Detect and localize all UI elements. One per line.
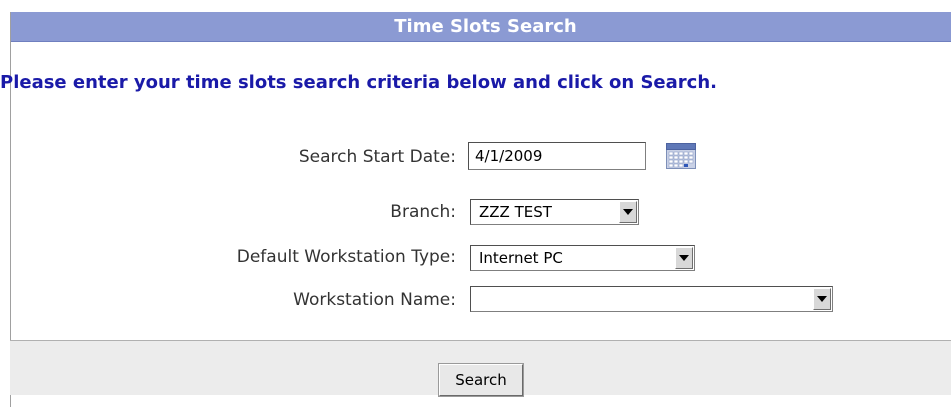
instructions-text: Please enter your time slots search crit… bbox=[0, 72, 717, 93]
button-bar: Search bbox=[10, 340, 951, 397]
workstation-name-label-cell: Workstation Name: bbox=[0, 286, 456, 316]
chevron-down-icon[interactable] bbox=[813, 288, 831, 310]
workstation-type-label: Default Workstation Type: bbox=[236, 247, 456, 267]
branch-label: Branch: bbox=[390, 202, 456, 222]
start-date-label-cell: Search Start Date: bbox=[0, 143, 456, 173]
search-button[interactable]: Search bbox=[438, 363, 524, 397]
branch-select[interactable]: ZZZ TEST bbox=[470, 199, 639, 225]
start-date-input[interactable] bbox=[468, 142, 646, 170]
workstation-type-label-cell: Default Workstation Type: bbox=[0, 243, 456, 273]
workstation-name-label: Workstation Name: bbox=[293, 290, 456, 310]
branch-selected-value: ZZZ TEST bbox=[479, 203, 552, 221]
start-date-label: Search Start Date: bbox=[298, 147, 456, 167]
branch-label-cell: Branch: bbox=[0, 198, 456, 228]
panel-title: Time Slots Search bbox=[11, 12, 951, 42]
workstation-name-select[interactable] bbox=[470, 286, 833, 312]
chevron-down-icon[interactable] bbox=[619, 201, 637, 223]
workstation-type-selected-value: Internet PC bbox=[479, 249, 563, 267]
workstation-type-select[interactable]: Internet PC bbox=[470, 245, 695, 271]
chevron-down-icon[interactable] bbox=[675, 247, 693, 269]
calendar-icon[interactable] bbox=[666, 143, 696, 169]
